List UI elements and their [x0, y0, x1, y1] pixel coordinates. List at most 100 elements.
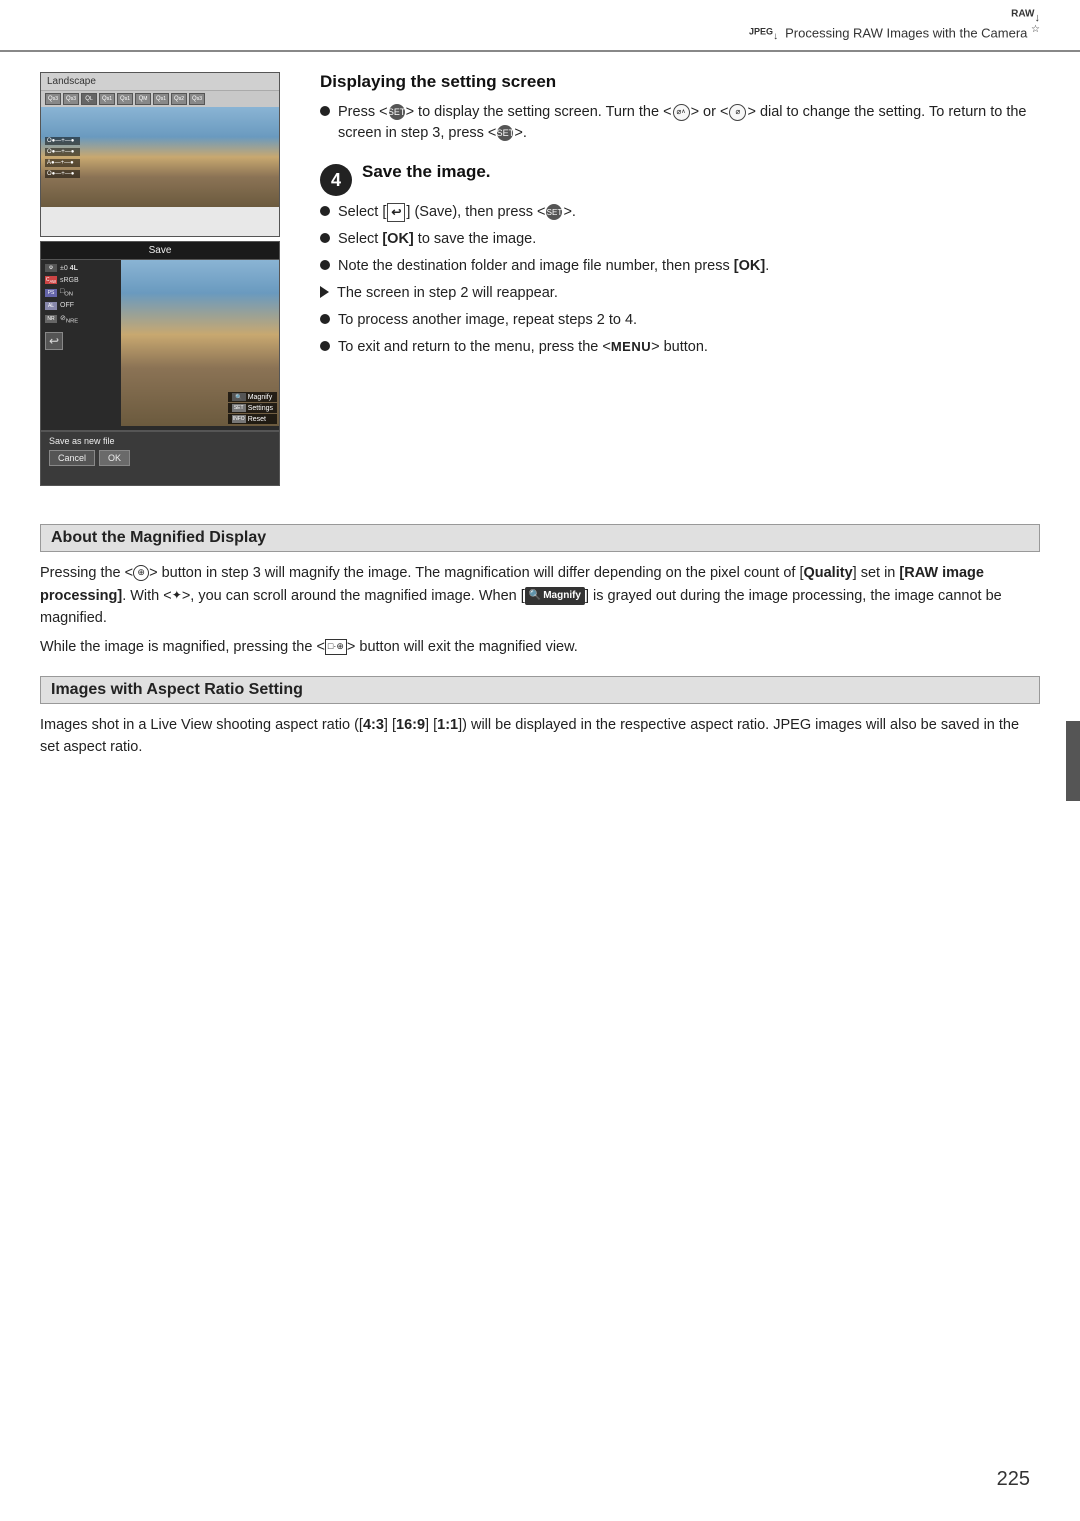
- cam-top-bar: Landscape: [41, 73, 279, 91]
- bullet-dot-6: [320, 341, 330, 351]
- cam-icon: Qs3: [63, 93, 79, 105]
- reset-button: INFO Reset: [228, 414, 277, 424]
- alc-value: OFF: [60, 302, 74, 309]
- aspect-body: Images shot in a Live View shooting aspe…: [40, 714, 1040, 759]
- cam-param: O●—+—●: [45, 170, 80, 178]
- step-number-area: 4 Save the image.: [320, 162, 1040, 196]
- asterisk: ☆: [1031, 24, 1040, 35]
- save-param-exposure: ⚙ ±0 4L: [45, 264, 117, 272]
- magnify-label: Magnify: [248, 394, 273, 401]
- save-top-bar: Save: [41, 242, 279, 260]
- save-body: ⚙ ±0 4L CAW sRGB PS □ON AL: [41, 260, 279, 426]
- bullet-dot-1: [320, 206, 330, 216]
- save-bullet-text-4: The screen in step 2 will reappear.: [337, 283, 558, 304]
- pstyle-icon: PS: [45, 289, 57, 297]
- scroll-icon: ✦: [172, 586, 182, 605]
- save-actions: Cancel OK: [41, 448, 279, 470]
- cam-icon: Qs1: [153, 93, 169, 105]
- cam-landscape-image: O●—+—● O●—+—● A●—+—● O●—+—●: [41, 107, 279, 207]
- info-icon: INFO: [232, 415, 246, 423]
- reset-label: Reset: [248, 416, 266, 423]
- cam-icons-row: Qs3 Qs3 QL Qs1 Qs1 QM Qs1 Qs2 Qs3: [41, 91, 279, 107]
- save-bullet-4: The screen in step 2 will reappear.: [320, 283, 1040, 304]
- cam-left-panel: O●—+—● O●—+—● A●—+—● O●—+—●: [45, 107, 80, 207]
- save-left-panel: ⚙ ±0 4L CAW sRGB PS □ON AL: [41, 260, 121, 426]
- cam-icon: Qs2: [171, 93, 187, 105]
- bullet-dot-5: [320, 314, 330, 324]
- cam-param: O●—+—●: [45, 148, 80, 156]
- nr-value: ⊘NRE: [60, 314, 78, 324]
- bullet-triangle-1: [320, 286, 329, 298]
- save-bullet-5: To process another image, repeat steps 2…: [320, 310, 1040, 331]
- screenshot-save-new: Save as new file Cancel OK: [40, 431, 280, 486]
- cam-icon: QM: [135, 93, 151, 105]
- magnify-icon: 🔍: [232, 393, 246, 401]
- displaying-bullets: Press <SET> to display the setting scree…: [320, 102, 1040, 144]
- set-icon: SET: [232, 404, 246, 412]
- wb-icon: CAW: [45, 276, 57, 284]
- nr-icon: NR: [45, 315, 57, 323]
- save-bullet-text-3: Note the destination folder and image fi…: [338, 256, 769, 277]
- set-button-symbol: SET: [389, 104, 405, 120]
- bullet-dot-3: [320, 260, 330, 270]
- settings-label: Settings: [248, 405, 273, 412]
- save-param-alc: AL OFF: [45, 302, 117, 310]
- settings-button: SET Settings: [228, 403, 277, 413]
- save-param-wb: CAW sRGB: [45, 276, 117, 284]
- magnified-display-section: About the Magnified Display Pressing the…: [40, 524, 1040, 658]
- cam-param: A●—+—●: [45, 159, 80, 167]
- wb-value: sRGB: [60, 277, 79, 284]
- save-icon-bracket: ↩: [387, 203, 405, 222]
- screenshot-landscape: Landscape Qs3 Qs3 QL Qs1 Qs1 QM Qs1 Qs2 …: [40, 72, 280, 237]
- page-header: RAW↓ JPEG↓ Processing RAW Images with th…: [0, 0, 1080, 52]
- cam-icon: Qs1: [117, 93, 133, 105]
- cam-param: O●—+—●: [45, 137, 80, 145]
- thumbnail-magnify-icon: □·⊕: [325, 639, 347, 655]
- exposure-value: ±0 4L: [60, 265, 78, 272]
- cam-icon: QL: [81, 93, 97, 105]
- save-bullet-1: Select [↩] (Save), then press <SET>.: [320, 202, 1040, 223]
- save-bullet-text-1: Select [↩] (Save), then press <SET>.: [338, 202, 576, 223]
- set-button-symbol-2: SET: [497, 125, 513, 141]
- cam-icon: Qs1: [99, 93, 115, 105]
- exposure-icon: ⚙: [45, 264, 57, 272]
- save-bullet-6: To exit and return to the menu, press th…: [320, 337, 1040, 358]
- screenshot-save: Save ⚙ ±0 4L CAW sRGB PS □ON: [40, 241, 280, 431]
- magnified-heading: About the Magnified Display: [40, 524, 1040, 552]
- screenshots-column: Landscape Qs3 Qs3 QL Qs1 Qs1 QM Qs1 Qs2 …: [40, 72, 290, 486]
- page-number: 225: [997, 1468, 1030, 1491]
- save-heading: Save the image.: [362, 162, 491, 182]
- bullet-item-1: Press <SET> to display the setting scree…: [320, 102, 1040, 144]
- step-circle: 4: [320, 164, 352, 196]
- save-bullets: Select [↩] (Save), then press <SET>. Sel…: [320, 202, 1040, 358]
- magnify-icon-inline: ⊕: [133, 565, 149, 581]
- save-bullet-3: Note the destination folder and image fi…: [320, 256, 1040, 277]
- magnified-body-2: While the image is magnified, pressing t…: [40, 636, 1040, 658]
- save-bullet-text-6: To exit and return to the menu, press th…: [338, 337, 708, 358]
- right-accent-bar: [1066, 721, 1080, 801]
- save-param-nr: NR ⊘NRE: [45, 314, 117, 324]
- cam-icon: Qs3: [189, 93, 205, 105]
- magnified-body: Pressing the <⊕> button in step 3 will m…: [40, 562, 1040, 629]
- bullet-text-1: Press <SET> to display the setting scree…: [338, 102, 1040, 144]
- landscape-label: Landscape: [47, 76, 96, 87]
- save-bullet-text-2: Select [OK] to save the image.: [338, 229, 536, 250]
- save-icon-symbol: ↩: [49, 334, 59, 348]
- cam-icon: Qs3: [45, 93, 61, 105]
- set-btn-inline: SET: [546, 204, 562, 220]
- save-param-pstyle: PS □ON: [45, 288, 117, 297]
- magnify-inline-icon: 🔍 Magnify: [525, 587, 585, 605]
- save-bottom-buttons: 🔍 Magnify SET Settings INFO Reset: [226, 390, 279, 426]
- magnify-button: 🔍 Magnify: [228, 392, 277, 402]
- top-section: Landscape Qs3 Qs3 QL Qs1 Qs1 QM Qs1 Qs2 …: [40, 72, 1040, 486]
- displaying-heading: Displaying the setting screen: [320, 72, 1040, 92]
- menu-label: MENU: [611, 339, 651, 354]
- cancel-button[interactable]: Cancel: [49, 450, 95, 466]
- save-new-label: Save as new file: [41, 432, 279, 448]
- main-dial: ⌀∧: [673, 104, 690, 121]
- save-bullet-2: Select [OK] to save the image.: [320, 229, 1040, 250]
- ok-button[interactable]: OK: [99, 450, 130, 466]
- aspect-ratio-section: Images with Aspect Ratio Setting Images …: [40, 676, 1040, 759]
- save-bullet-text-5: To process another image, repeat steps 2…: [338, 310, 637, 331]
- bullet-dot-2: [320, 233, 330, 243]
